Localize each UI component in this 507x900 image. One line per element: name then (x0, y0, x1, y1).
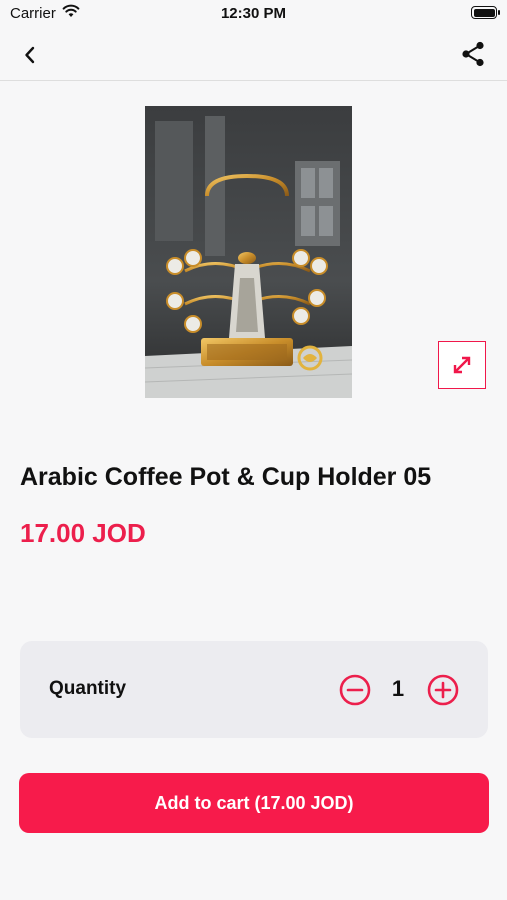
quantity-label: Quantity (49, 678, 127, 699)
product-title: Arabic Coffee Pot & Cup Holder 05 (20, 463, 432, 491)
status-time: 12:30 PM (220, 5, 287, 22)
navigation-bar (0, 28, 507, 81)
minus-circle-icon[interactable] (339, 674, 371, 706)
product-price: 17.00 JOD (20, 518, 146, 548)
status-bar: Carrier 12:30 PM (0, 0, 507, 28)
product-image[interactable] (145, 106, 352, 398)
add-to-cart-label: Add to cart (17.00 JOD) (154, 792, 354, 813)
expand-arrows-icon (453, 356, 471, 374)
expand-image-button[interactable] (438, 341, 486, 389)
coffee-pot-holder-photo (145, 106, 352, 398)
quantity-value: 1 (391, 676, 405, 701)
chevron-left-icon (25, 46, 35, 64)
battery-icon (471, 6, 500, 19)
back-button[interactable] (14, 39, 46, 71)
share-icon (462, 41, 484, 67)
plus-circle-icon[interactable] (427, 674, 459, 706)
quantity-selector: Quantity 1 (20, 641, 488, 738)
share-button[interactable] (457, 38, 489, 70)
add-to-cart-button[interactable]: Add to cart (17.00 JOD) (19, 773, 489, 833)
